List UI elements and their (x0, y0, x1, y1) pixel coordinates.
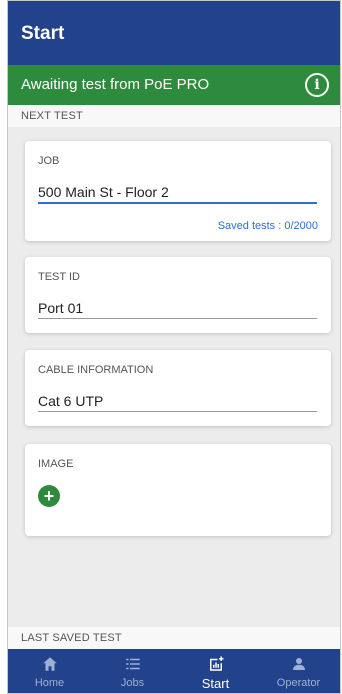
app-bar: Start (8, 1, 340, 65)
saved-tests-count: Saved tests : 0/2000 (217, 220, 318, 232)
person-icon (292, 658, 305, 670)
test-id-label: TEST ID (38, 271, 80, 283)
nav-item-jobs[interactable]: Jobs (91, 649, 174, 693)
section-label-next-test: NEXT TEST (21, 110, 83, 122)
job-field[interactable]: 500 Main St - Floor 2 (38, 184, 169, 200)
nav-label-jobs: Jobs (120, 677, 145, 689)
info-icon[interactable]: i (305, 73, 329, 97)
cable-info-label: CABLE INFORMATION (38, 364, 154, 376)
nav-item-start[interactable]: Start (174, 649, 257, 693)
test-id-field[interactable]: Port 01 (38, 300, 83, 316)
next-test-header: NEXT TEST (8, 105, 340, 127)
image-label: IMAGE (38, 458, 74, 470)
nav-item-home[interactable]: Home (8, 649, 91, 693)
bottom-nav: Home Jobs Start Operator (8, 649, 340, 693)
cable-info-card: CABLE INFORMATION Cat 6 UTP (25, 350, 331, 426)
phone-screen: Start Awaiting test from PoE PRO i NEXT … (7, 0, 341, 694)
last-saved-test-header: LAST SAVED TEST (8, 627, 340, 649)
nav-label-start: Start (201, 676, 230, 691)
job-field-underline (38, 202, 317, 204)
list-icon (125, 658, 140, 670)
page-title: Start (21, 23, 65, 44)
cable-info-field[interactable]: Cat 6 UTP (38, 393, 103, 409)
status-message: Awaiting test from PoE PRO (21, 76, 210, 93)
section-label-last-saved-test: LAST SAVED TEST (21, 632, 122, 644)
plus-circle-icon[interactable]: + (38, 485, 60, 507)
nav-label-operator: Operator (276, 677, 321, 689)
image-card: IMAGE + (25, 444, 331, 536)
nav-label-home: Home (34, 677, 65, 689)
test-id-field-underline (38, 318, 317, 319)
test-id-card: TEST ID Port 01 (25, 257, 331, 333)
status-banner: Awaiting test from PoE PRO i (8, 65, 340, 105)
nav-item-operator[interactable]: Operator (257, 649, 340, 693)
cable-info-field-underline (38, 411, 317, 412)
job-label: JOB (38, 155, 60, 167)
home-icon (42, 657, 57, 671)
job-card: JOB 500 Main St - Floor 2 Saved tests : … (25, 141, 331, 241)
chart-add-icon (209, 656, 223, 671)
